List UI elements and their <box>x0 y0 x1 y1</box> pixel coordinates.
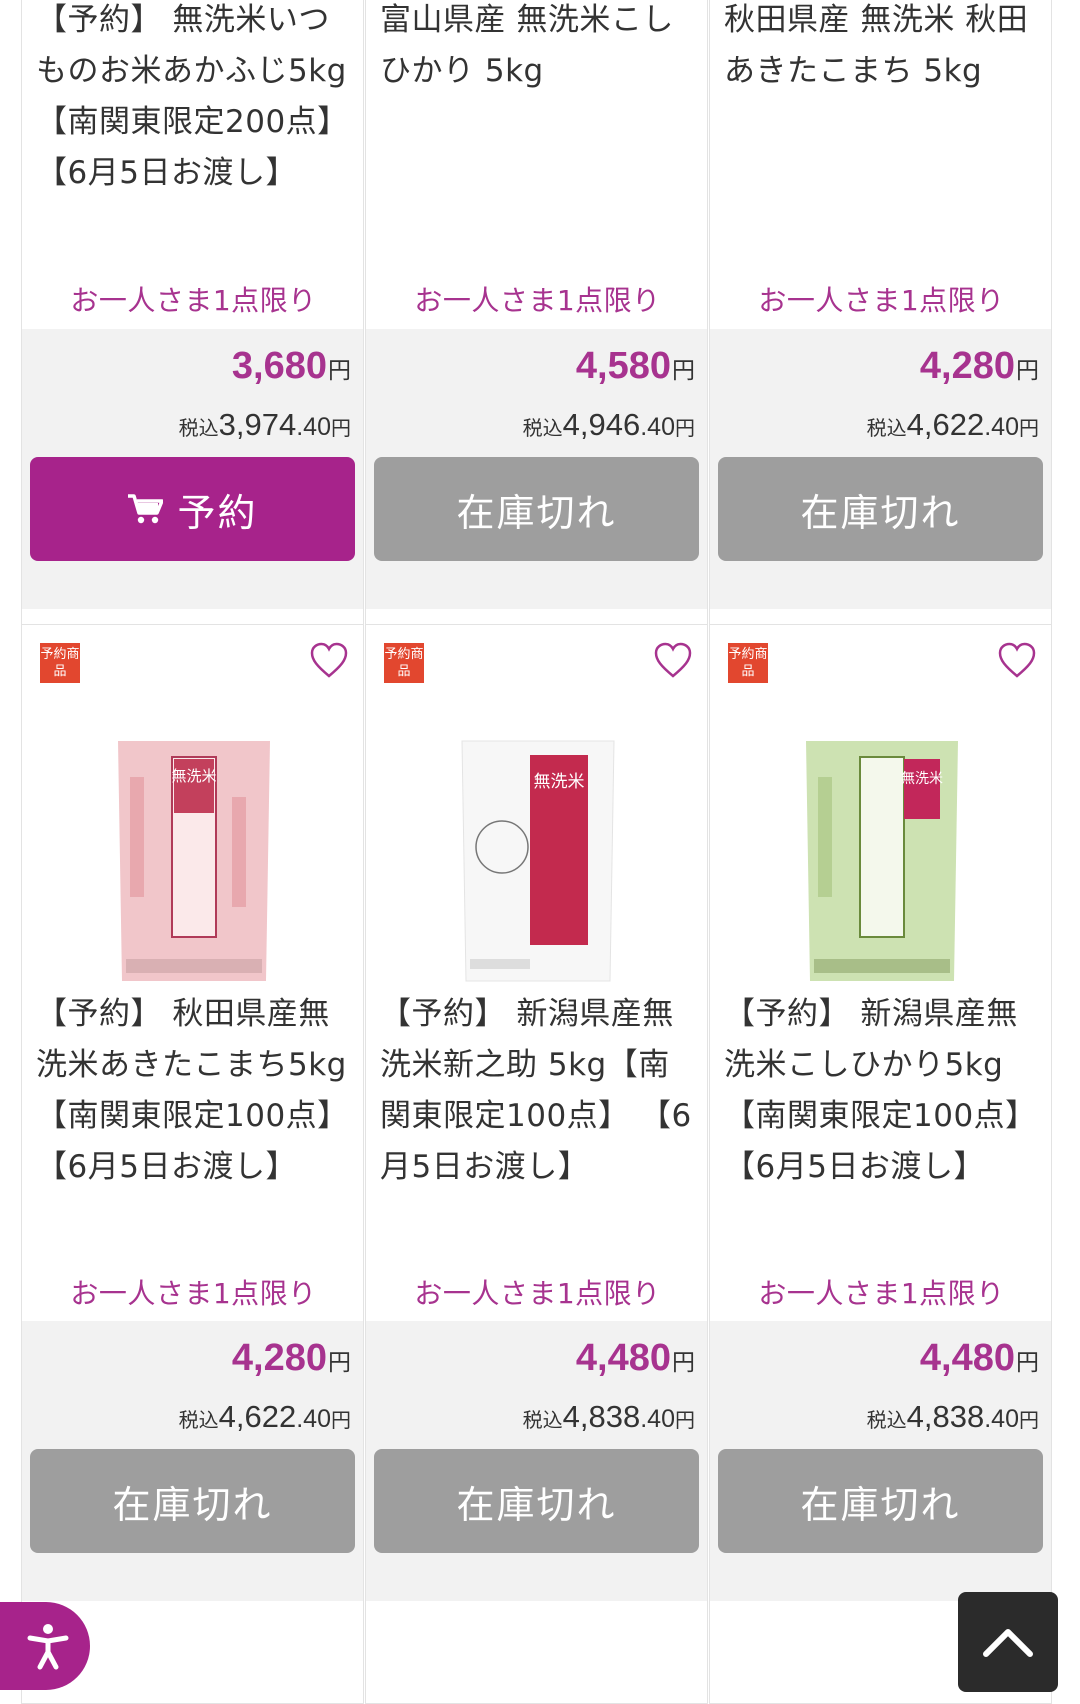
tax-yen: 円 <box>675 1410 695 1432</box>
accessibility-icon <box>27 1624 69 1670</box>
price-value: 3,680 <box>231 345 327 387</box>
tax-prefix: 税込 <box>178 418 219 440</box>
tax-yen: 円 <box>1019 418 1039 440</box>
product-title[interactable]: 【予約】 無洗米いつものお米あかふじ5kg【南関東限定200点】 【6月5日お渡… <box>36 0 350 199</box>
price: 3,680円 <box>232 345 351 388</box>
product-card[interactable]: 予約商品 無洗米 【予約】 新潟県産無洗米こしひかり5kg【南関東限定100点】… <box>709 624 1052 1704</box>
price-yen: 円 <box>1016 357 1039 383</box>
price: 4,480円 <box>920 1337 1039 1380</box>
reservation-badge: 予約商品 <box>384 643 424 683</box>
tax-price: 税込4,838.40円 <box>867 1399 1039 1435</box>
price-box: 4,480円 税込4,838.40円 在庫切れ <box>710 1321 1051 1601</box>
tax-dec: .40 <box>984 413 1019 441</box>
purchase-limit: お一人さま1点限り <box>414 1277 661 1310</box>
reservation-badge: 予約商品 <box>40 643 80 683</box>
price: 4,280円 <box>232 1337 351 1380</box>
reservation-badge: 予約商品 <box>728 643 768 683</box>
bag-label: 無洗米 <box>901 771 943 787</box>
sold-out-button[interactable]: 在庫切れ <box>30 1449 355 1553</box>
tax-prefix: 税込 <box>866 1410 907 1432</box>
product-title[interactable]: 【予約】 秋田県産無洗米あきたこまち5kg【南関東限定100点】 【6月5日お渡… <box>36 989 350 1193</box>
rice-bag-image: 無洗米 <box>461 740 615 982</box>
product-title[interactable]: 【予約】 新潟県産無洗米こしひかり5kg【南関東限定100点】 【6月5日お渡し… <box>724 989 1038 1193</box>
rice-bag-image: 無洗米 <box>806 741 958 981</box>
product-title[interactable]: 【予約】 新潟県産無洗米新之助 5kg【南関東限定100点】 【6月5日お渡し】 <box>380 989 694 1193</box>
tax-main: 4,622 <box>218 1399 297 1434</box>
heart-icon[interactable] <box>653 641 693 681</box>
price-box: 4,480円 税込4,838.40円 在庫切れ <box>366 1321 707 1601</box>
heart-icon[interactable] <box>309 641 349 681</box>
sold-out-button[interactable]: 在庫切れ <box>718 1449 1043 1553</box>
product-row: 【予約】 無洗米いつものお米あかふじ5kg【南関東限定200点】 【6月5日お渡… <box>21 0 1054 633</box>
tax-main: 4,838 <box>906 1399 985 1434</box>
product-card[interactable]: 予約商品 無洗米 【予約】 秋田県産無洗米あきたこまち5kg【南関東限定100点… <box>21 624 364 1704</box>
tax-yen: 円 <box>675 418 695 440</box>
tax-dec: .40 <box>984 1405 1019 1433</box>
tax-dec: .40 <box>296 1405 331 1433</box>
tax-dec: .40 <box>296 413 331 441</box>
price-yen: 円 <box>672 1349 695 1375</box>
bag-label: 無洗米 <box>171 767 216 785</box>
tax-dec: .40 <box>640 413 675 441</box>
product-card[interactable]: 【予約】 無洗米いつものお米あかふじ5kg【南関東限定200点】 【6月5日お渡… <box>21 0 364 633</box>
price-value: 4,280 <box>231 1337 327 1379</box>
product-card[interactable]: 予約商品 無洗米 【予約】 新潟県産無洗米新之助 5kg【南関東限定100点】 … <box>365 624 708 1704</box>
tax-prefix: 税込 <box>866 418 907 440</box>
price-value: 4,280 <box>919 345 1015 387</box>
product-card[interactable]: 富山県産 無洗米こしひかり 5kg お一人さま1点限り 4,580円 税込4,9… <box>365 0 708 633</box>
price-box: 4,580円 税込4,946.40円 在庫切れ <box>366 329 707 609</box>
heart-icon[interactable] <box>997 641 1037 681</box>
reserve-button[interactable]: 予約 <box>30 457 355 561</box>
sold-out-button[interactable]: 在庫切れ <box>718 457 1043 561</box>
tax-main: 4,838 <box>562 1399 641 1434</box>
price-value: 4,480 <box>919 1337 1015 1379</box>
accessibility-button[interactable] <box>0 1602 90 1690</box>
tax-price: 税込4,946.40円 <box>523 407 695 443</box>
bag-label: 無洗米 <box>534 772 585 792</box>
price: 4,280円 <box>920 345 1039 388</box>
tax-main: 4,946 <box>562 407 641 442</box>
tax-main: 3,974 <box>218 407 297 442</box>
tax-prefix: 税込 <box>178 1410 219 1432</box>
price-yen: 円 <box>1016 1349 1039 1375</box>
product-card[interactable]: 秋田県産 無洗米 秋田あきたこまち 5kg お一人さま1点限り 4,280円 税… <box>709 0 1052 633</box>
rice-bag-image: 無洗米 <box>118 741 270 981</box>
purchase-limit: お一人さま1点限り <box>70 1277 317 1310</box>
purchase-limit: お一人さま1点限り <box>414 284 661 317</box>
cart-icon <box>128 494 164 524</box>
price-value: 4,580 <box>575 345 671 387</box>
price-yen: 円 <box>328 357 351 383</box>
purchase-limit: お一人さま1点限り <box>758 284 1005 317</box>
tax-yen: 円 <box>331 1410 351 1432</box>
price-box: 3,680円 税込3,974.40円 予約 <box>22 329 363 609</box>
tax-dec: .40 <box>640 1405 675 1433</box>
tax-price: 税込4,622.40円 <box>179 1399 351 1435</box>
price: 4,480円 <box>576 1337 695 1380</box>
purchase-limit: お一人さま1点限り <box>70 284 317 317</box>
product-title[interactable]: 富山県産 無洗米こしひかり 5kg <box>380 0 694 97</box>
reserve-button-label: 予約 <box>177 490 258 535</box>
tax-price: 税込4,838.40円 <box>523 1399 695 1435</box>
price-box: 4,280円 税込4,622.40円 在庫切れ <box>710 329 1051 609</box>
sold-out-button[interactable]: 在庫切れ <box>374 1449 699 1553</box>
price-yen: 円 <box>328 1349 351 1375</box>
tax-prefix: 税込 <box>522 1410 563 1432</box>
tax-price: 税込3,974.40円 <box>179 407 351 443</box>
tax-yen: 円 <box>331 418 351 440</box>
scroll-top-button[interactable] <box>958 1592 1058 1692</box>
price-value: 4,480 <box>575 1337 671 1379</box>
tax-price: 税込4,622.40円 <box>867 407 1039 443</box>
price-yen: 円 <box>672 357 695 383</box>
tax-yen: 円 <box>1019 1410 1039 1432</box>
chevron-up-icon <box>983 1629 1033 1657</box>
price: 4,580円 <box>576 345 695 388</box>
product-title[interactable]: 秋田県産 無洗米 秋田あきたこまち 5kg <box>724 0 1038 97</box>
price-box: 4,280円 税込4,622.40円 在庫切れ <box>22 1321 363 1601</box>
tax-main: 4,622 <box>906 407 985 442</box>
purchase-limit: お一人さま1点限り <box>758 1277 1005 1310</box>
sold-out-button[interactable]: 在庫切れ <box>374 457 699 561</box>
product-row: 予約商品 無洗米 【予約】 秋田県産無洗米あきたこまち5kg【南関東限定100点… <box>21 624 1054 1704</box>
tax-prefix: 税込 <box>522 418 563 440</box>
